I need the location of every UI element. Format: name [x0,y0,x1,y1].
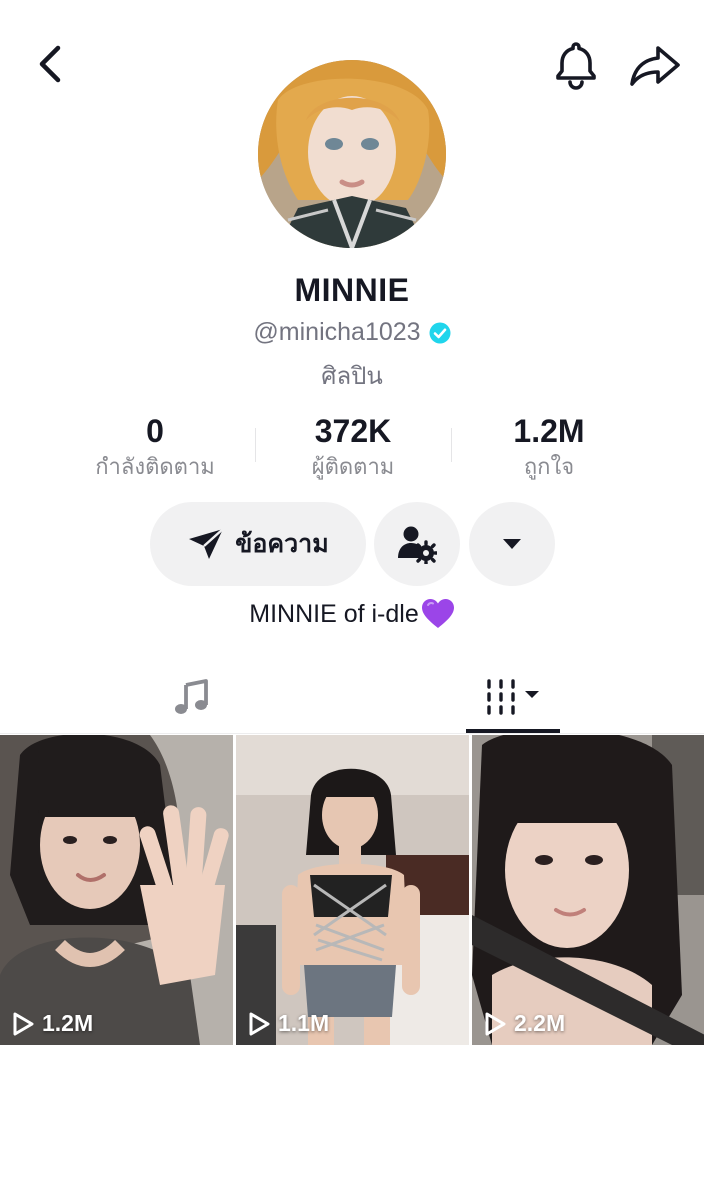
stat-likes-value: 1.2M [513,413,585,449]
stat-followers[interactable]: 372K ผู้ติดตาม [253,412,453,482]
video-thumbnail[interactable]: 1.2M [0,735,233,1045]
caret-down-icon [503,539,521,549]
tab-music[interactable] [150,668,234,726]
send-icon [189,528,225,559]
profile-category: ศิลปิน [321,363,383,390]
stat-following-label: กำลังติดตาม [95,454,215,479]
verified-badge-icon [429,322,451,343]
play-count-value: 1.1M [278,1010,330,1036]
bell-icon [556,42,596,90]
play-count-value: 2.2M [514,1010,566,1036]
stat-following-value: 0 [146,413,164,449]
more-options-button[interactable] [469,502,555,586]
bio-text: MINNIE of i-dle [249,599,419,628]
play-count: 2.2M [484,1010,565,1037]
username-row: @minicha1023 [0,318,704,347]
play-count: 1.2M [12,1010,93,1037]
notifications-button[interactable] [550,38,602,90]
share-button[interactable] [626,40,684,90]
person-gear-icon [398,526,437,564]
play-count-value: 1.2M [42,1010,94,1036]
play-icon [249,1012,270,1035]
back-button[interactable] [30,40,74,88]
purple-heart-emoji [421,599,454,628]
stat-followers-label: ผู้ติดตาม [311,454,395,479]
message-button-label: ข้อความ [235,530,329,558]
stat-followers-value: 372K [314,413,392,449]
message-button[interactable]: ข้อความ [150,502,366,586]
stat-likes[interactable]: 1.2M ถูกใจ [449,412,649,482]
username: @minicha1023 [253,318,421,346]
share-arrow-icon [630,46,680,86]
display-name: MINNIE [294,272,410,308]
chevron-left-icon [39,45,61,83]
play-icon [485,1012,506,1035]
music-note-icon [175,679,208,714]
stat-following[interactable]: 0 กำลังติดตาม [55,412,255,482]
play-count: 1.1M [248,1010,329,1037]
tabs-divider [0,733,704,734]
video-thumbnail[interactable]: 2.2M [472,735,704,1045]
grid-icon [487,679,539,715]
tab-videos[interactable] [466,668,560,726]
play-icon [13,1012,34,1035]
avatar[interactable] [258,60,446,248]
bio: MINNIE of i-dle [0,598,704,630]
stat-likes-label: ถูกใจ [523,454,575,479]
follow-settings-button[interactable] [374,502,460,586]
video-thumbnail[interactable]: 1.1M [236,735,469,1045]
